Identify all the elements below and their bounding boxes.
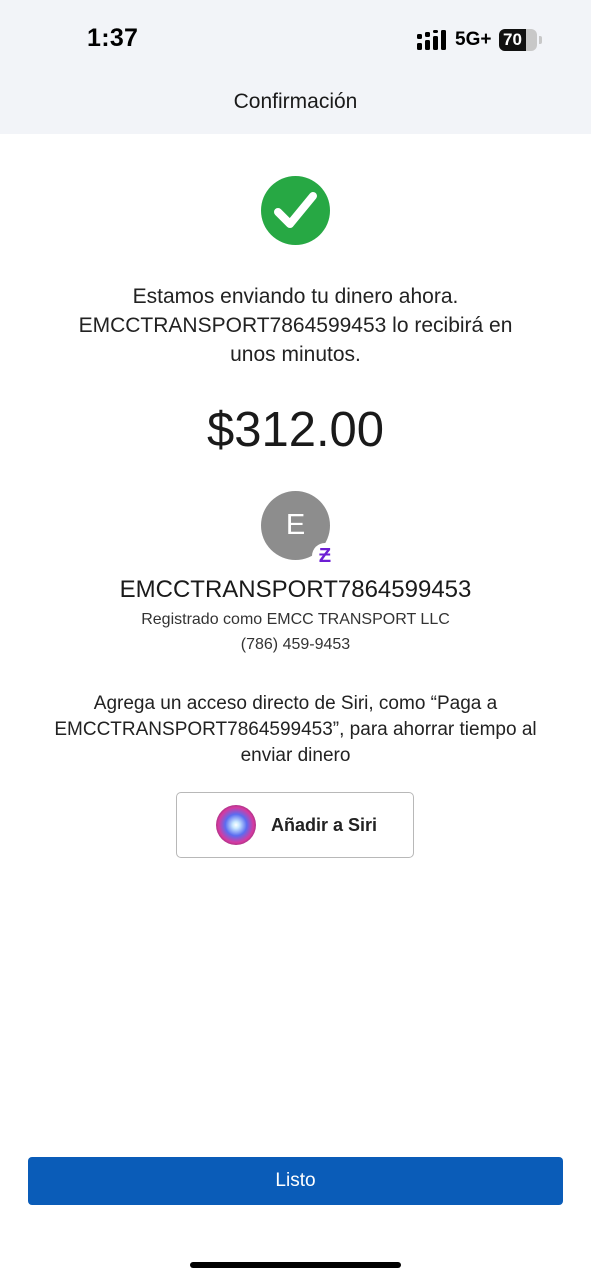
recipient-registered-as: Registrado como EMCC TRANSPORT LLC — [141, 611, 450, 628]
signal-icon — [417, 30, 446, 50]
message-line: unos minutos. — [230, 343, 361, 366]
siri-text-line: EMCCTRANSPORT7864599453”, para ahorrar t… — [54, 719, 537, 740]
network-type: 5G+ — [455, 29, 492, 50]
status-time: 1:37 — [87, 24, 139, 52]
message-line: Estamos enviando tu dinero ahora. — [132, 285, 459, 308]
battery-icon: 70 — [499, 29, 543, 51]
battery-percent: 70 — [503, 30, 522, 49]
confirmation-message: Estamos enviando tu dinero ahora. EMCCTR… — [40, 282, 551, 369]
siri-text-line: Agrega un acceso directo de Siri, como “… — [93, 693, 498, 714]
siri-icon — [216, 805, 256, 845]
add-to-siri-button[interactable]: Añadir a Siri — [176, 792, 414, 858]
siri-shortcut-text: Agrega un acceso directo de Siri, como “… — [30, 691, 561, 769]
top-area: 1:37 5G+ 70 Confirmación — [0, 0, 591, 134]
check-circle-icon — [261, 176, 330, 245]
recipient-name: EMCCTRANSPORT7864599453 — [119, 576, 472, 603]
siri-text-line: enviar dinero — [240, 745, 351, 766]
zelle-icon: Ƶ — [312, 543, 338, 569]
recipient-phone: (786) 459-9453 — [240, 636, 351, 653]
add-to-siri-label: Añadir a Siri — [271, 815, 378, 835]
message-line: EMCCTRANSPORT7864599453 lo recibirá en — [78, 314, 513, 337]
battery-body: 70 — [499, 29, 537, 51]
done-button[interactable]: Listo — [28, 1157, 563, 1205]
status-bar: 1:37 5G+ 70 — [0, 0, 591, 80]
page-title: Confirmación — [233, 90, 358, 113]
amount: $312.00 — [206, 403, 385, 457]
home-indicator[interactable] — [190, 1262, 401, 1268]
battery-tip — [539, 36, 542, 44]
